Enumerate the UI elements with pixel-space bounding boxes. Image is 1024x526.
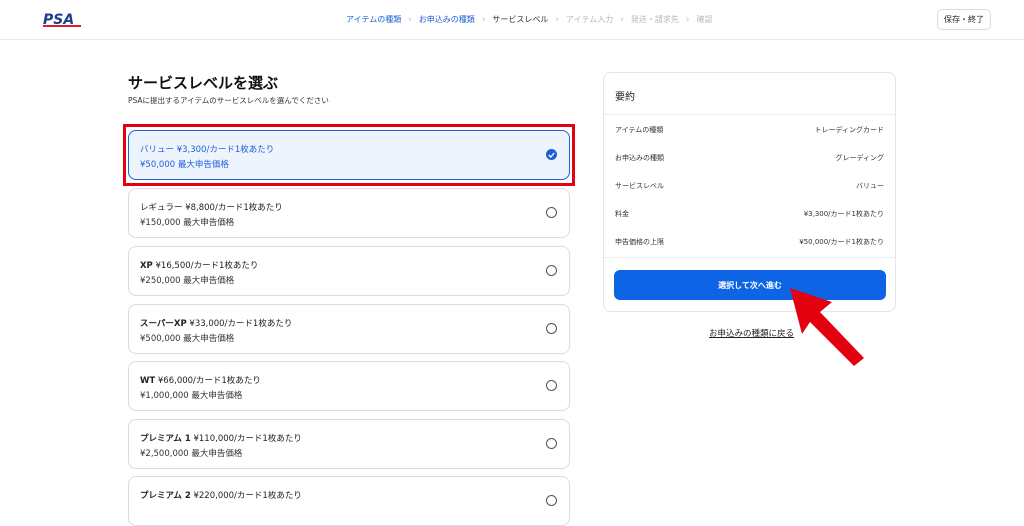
chevron-right-icon: › — [481, 14, 486, 25]
red-pointer-arrow-icon — [790, 288, 864, 366]
service-option-wt[interactable]: WT ¥66,000/カード1枚あたり ¥1,000,000 最大申告価格 — [128, 361, 570, 411]
service-option-xp[interactable]: XP ¥16,500/カード1枚あたり ¥250,000 最大申告価格 — [128, 246, 570, 296]
summary-label: 申告価格の上限 — [615, 238, 664, 246]
summary-row: 料金 ¥3,300/カード1枚あたり — [604, 199, 895, 227]
psa-logo[interactable]: PSA — [42, 10, 86, 28]
option-name: レギュラー — [140, 203, 183, 213]
step-shipping-billing: 発送・請求先 — [630, 15, 679, 24]
radio-unchecked-icon[interactable] — [546, 438, 557, 449]
option-max-value: ¥1,000,000 最大申告価格 — [140, 391, 243, 401]
option-price: ¥220,000/カード1枚あたり — [193, 491, 302, 501]
option-max-value: ¥150,000 最大申告価格 — [140, 218, 235, 228]
radio-unchecked-icon[interactable] — [546, 323, 557, 334]
option-price: ¥8,800/カード1枚あたり — [185, 203, 283, 213]
chevron-right-icon: › — [620, 14, 624, 25]
option-max-value: ¥50,000 最大申告価格 — [140, 160, 229, 170]
option-price: ¥110,000/カード1枚あたり — [193, 434, 302, 444]
chevron-right-icon: › — [555, 14, 560, 25]
summary-row: お申込みの種類 グレーディング — [604, 143, 895, 171]
summary-value: ¥50,000/カード1枚あたり — [799, 238, 884, 246]
summary-label: 料金 — [615, 210, 629, 218]
radio-unchecked-icon[interactable] — [546, 495, 557, 506]
radio-checked-icon[interactable] — [546, 149, 557, 160]
option-name: バリュー — [140, 145, 175, 155]
option-price: ¥33,000/カード1枚あたり — [189, 319, 293, 329]
service-option-premium-1[interactable]: プレミアム 1 ¥110,000/カード1枚あたり ¥2,500,000 最大申… — [128, 419, 570, 469]
service-option-regular[interactable]: レギュラー ¥8,800/カード1枚あたり ¥150,000 最大申告価格 — [128, 188, 570, 238]
option-name: プレミアム 1 — [140, 434, 191, 444]
service-option-super-xp[interactable]: スーパーXP ¥33,000/カード1枚あたり ¥500,000 最大申告価格 — [128, 304, 570, 354]
summary-title: 要約 — [604, 73, 895, 115]
summary-row: 申告価格の上限 ¥50,000/カード1枚あたり — [604, 227, 895, 255]
summary-label: アイテムの種類 — [615, 126, 664, 134]
chevron-right-icon: › — [685, 14, 690, 25]
option-max-value: ¥250,000 最大申告価格 — [140, 276, 235, 286]
summary-row: サービスレベル バリュー — [604, 171, 895, 199]
option-max-value: ¥500,000 最大申告価格 — [140, 334, 235, 344]
summary-value: バリュー — [856, 182, 884, 190]
service-option-premium-2[interactable]: プレミアム 2 ¥220,000/カード1枚あたり — [128, 476, 570, 526]
radio-unchecked-icon[interactable] — [546, 207, 557, 218]
step-application-type[interactable]: お申込みの種類 — [419, 14, 475, 25]
radio-unchecked-icon[interactable] — [546, 380, 557, 391]
step-item-type[interactable]: アイテムの種類 — [346, 14, 401, 25]
step-service-level: サービスレベル — [492, 15, 549, 24]
step-item-entry: アイテム入力 — [566, 15, 614, 24]
page-title: サービスレベルを選ぶ — [128, 74, 279, 92]
option-max-value: ¥2,500,000 最大申告価格 — [140, 449, 243, 459]
option-name: XP — [140, 261, 153, 271]
option-name: スーパーXP — [140, 319, 187, 329]
option-name: WT — [140, 376, 156, 386]
service-option-value[interactable]: バリュー ¥3,300/カード1枚あたり ¥50,000 最大申告価格 — [128, 130, 570, 180]
save-exit-button[interactable]: 保存・終了 — [937, 9, 991, 30]
summary-label: お申込みの種類 — [615, 154, 664, 162]
summary-value: ¥3,300/カード1枚あたり — [803, 210, 884, 218]
summary-value: トレーディングカード — [814, 126, 884, 134]
summary-row: アイテムの種類 トレーディングカード — [604, 115, 895, 143]
progress-steps: アイテムの種類 › お申込みの種類 › サービスレベル › アイテム入力 › 発… — [346, 14, 712, 25]
option-price: ¥3,300/カード1枚あたり — [176, 145, 275, 155]
option-price: ¥66,000/カード1枚あたり — [157, 376, 261, 386]
chevron-right-icon: › — [408, 14, 412, 25]
page-subtitle: PSAに提出するアイテムのサービスレベルを選んでください — [128, 96, 329, 105]
summary-divider — [604, 257, 895, 258]
option-name: プレミアム 2 — [140, 491, 191, 501]
radio-unchecked-icon[interactable] — [546, 265, 557, 276]
summary-label: サービスレベル — [615, 182, 664, 190]
summary-value: グレーディング — [835, 154, 884, 162]
step-confirm: 確認 — [696, 15, 713, 24]
top-bar: PSA アイテムの種類 › お申込みの種類 › サービスレベル › アイテム入力… — [0, 0, 1024, 40]
option-price: ¥16,500/カード1枚あたり — [155, 261, 259, 271]
